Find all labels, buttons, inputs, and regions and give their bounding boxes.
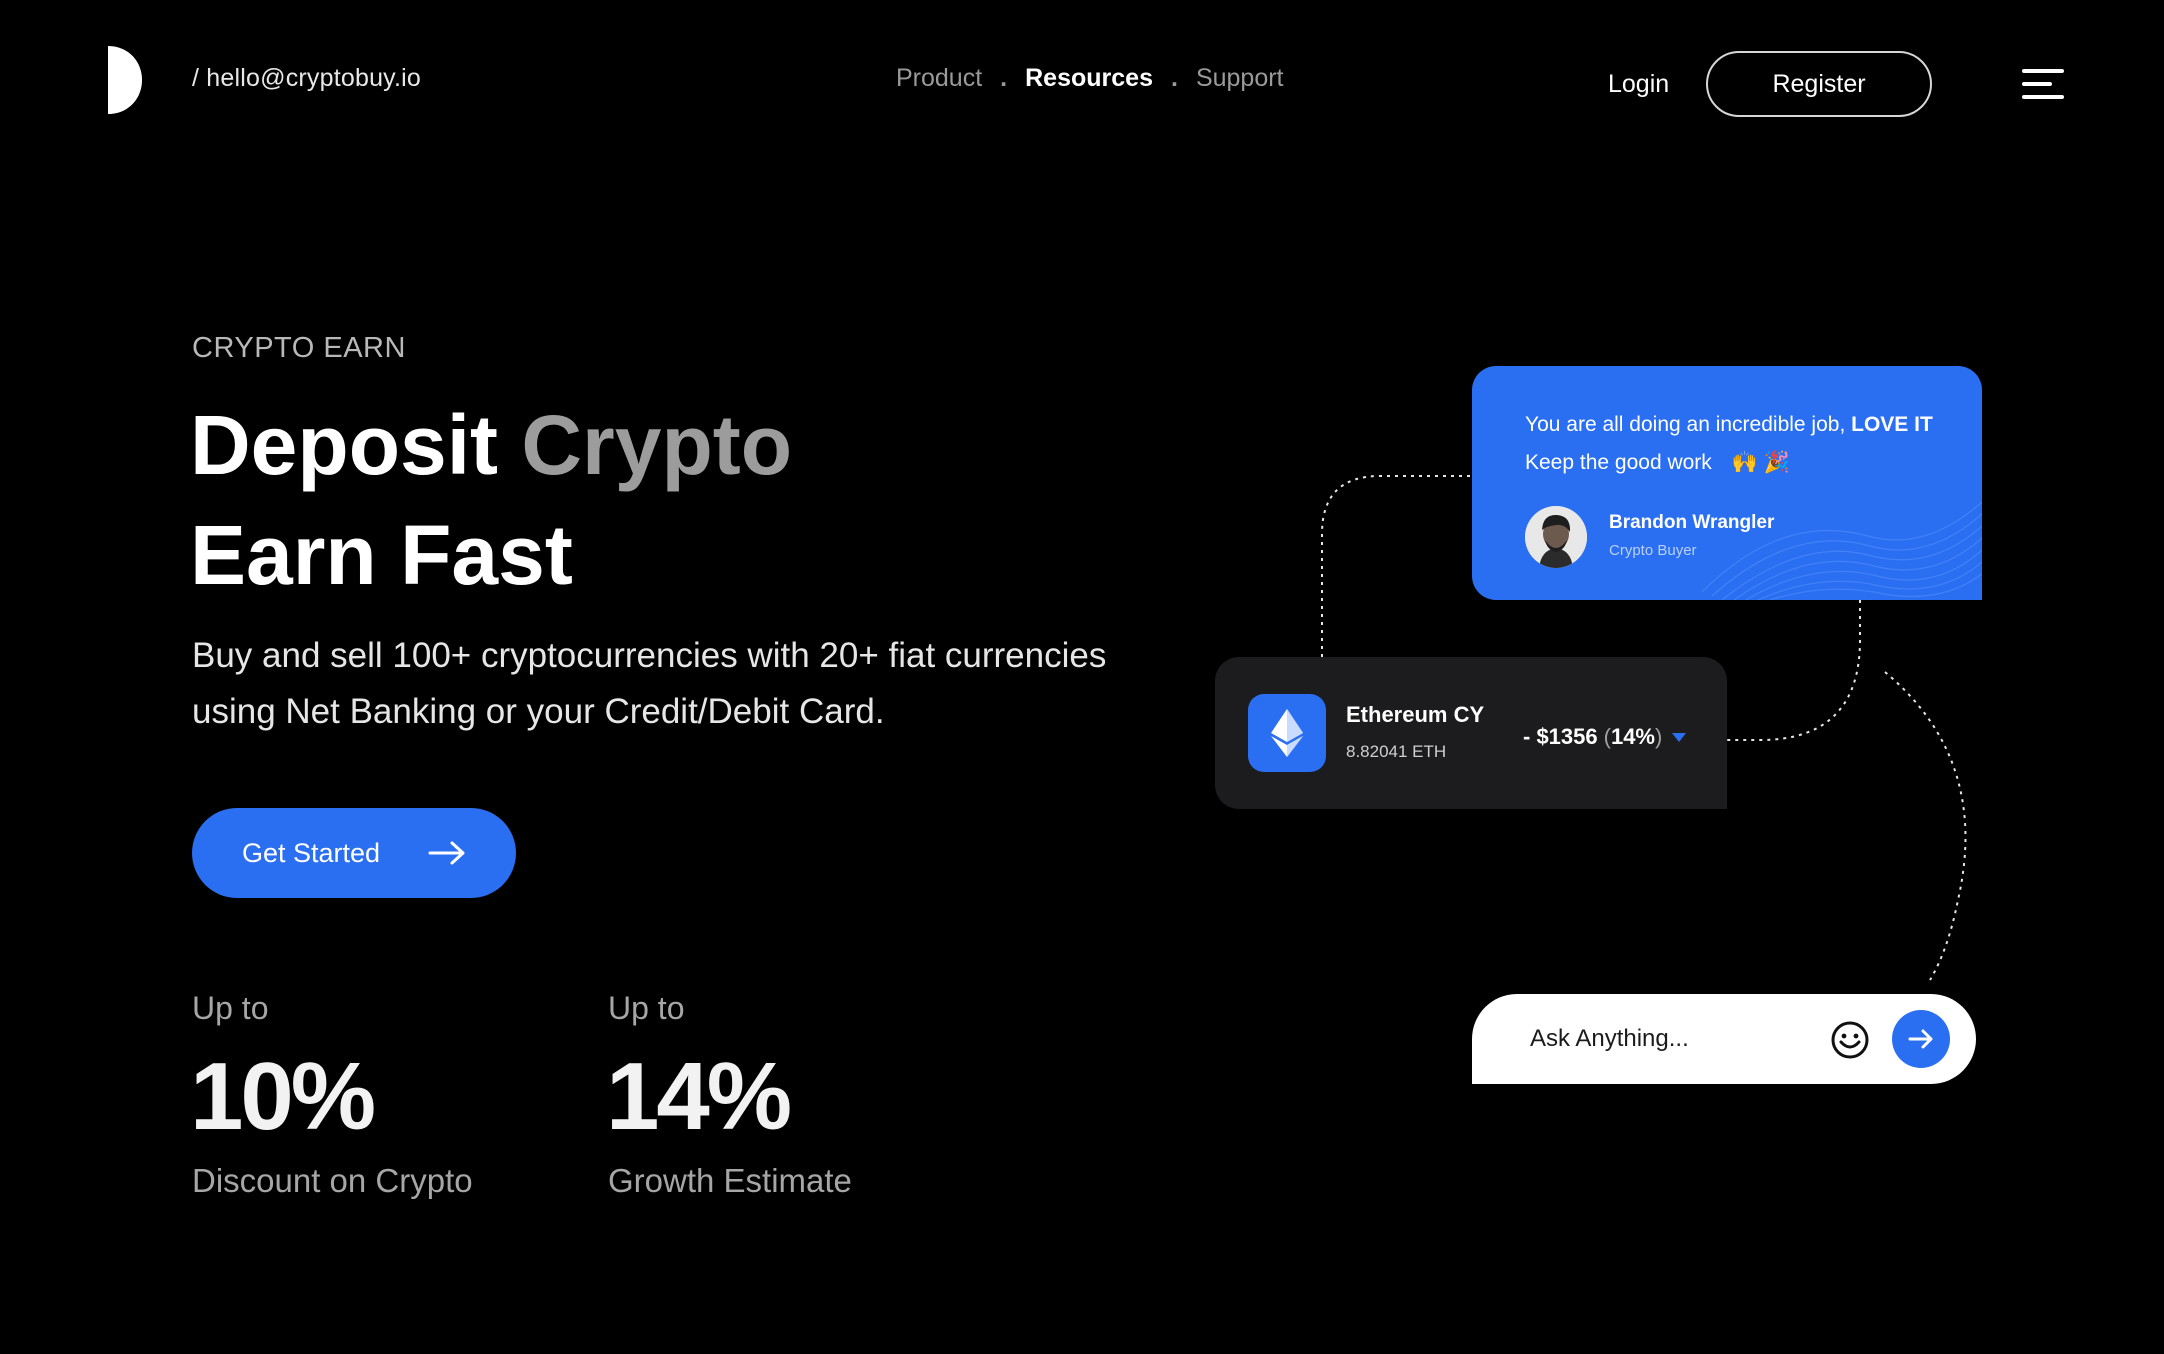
headline-line-2: Earn Fast [190,508,573,602]
main-nav: Product . Resources . Support [896,64,1284,93]
caret-down-icon[interactable] [1672,732,1687,742]
send-arrow-icon [1908,1029,1933,1049]
celebrate-emojis: 🙌 🎉 [1731,451,1790,474]
ethereum-glyph-icon [1271,709,1303,757]
smiley-icon[interactable] [1830,1020,1870,1060]
register-button-label: Register [1772,69,1866,98]
coin-change-open: ( [1603,724,1611,749]
reviewer-role: Crypto Buyer [1609,542,1697,559]
stat-value-discount: 10% [190,1043,376,1150]
reviewer-name: Brandon Wrangler [1609,512,1775,533]
headline-word-deposit: Deposit [190,398,499,492]
nav-separator: . [1170,64,1178,92]
person-avatar-icon [1525,506,1587,568]
nav-item-product[interactable]: Product [896,64,982,93]
register-button[interactable]: Register [1706,51,1932,117]
nav-item-resources[interactable]: Resources [1025,64,1153,93]
headline-word-crypto: Crypto [521,398,793,492]
nav-item-support[interactable]: Support [1196,64,1284,93]
stat-prefix: Up to [192,990,269,1026]
stat-caption-discount: Discount on Crypto [192,1162,473,1199]
testimonial-card: You are all doing an incredible job, LOV… [1472,366,1982,600]
hero-description: Buy and sell 100+ cryptocurrencies with … [192,636,1107,731]
eyebrow-label: CRYPTO EARN [192,332,406,364]
get-started-label: Get Started [242,837,381,868]
login-link[interactable]: Login [1608,70,1669,99]
stat-value-growth: 14% [606,1043,792,1150]
hamburger-menu-icon[interactable] [2022,68,2066,100]
coin-card[interactable]: Ethereum CY 8.82041 ETH - $1356 (14%) [1215,657,1727,809]
coin-price: - $1356 (14%) [1523,724,1687,750]
coin-change-value: 14% [1610,724,1655,749]
coin-amount: 8.82041 ETH [1346,742,1447,761]
page-title: Deposit Crypto Earn Fast [190,390,792,610]
send-button[interactable] [1892,1010,1950,1068]
arrow-right-icon [428,841,465,865]
nav-separator: . [1000,64,1008,92]
testimonial-text-2: Keep the good work [1525,451,1712,474]
ask-input[interactable]: Ask Anything... [1530,1025,1689,1053]
testimonial-message: You are all doing an incredible job, LOV… [1525,406,1933,482]
coin-name: Ethereum CY [1346,702,1485,727]
get-started-button[interactable]: Get Started [192,808,516,898]
coin-change: (14%) [1604,724,1663,750]
testimonial-text: You are all doing an incredible job, [1525,413,1846,436]
coin-price-value: - $1356 [1523,724,1598,749]
logo-icon[interactable] [104,46,142,114]
contact-email[interactable]: / hello@cryptobuy.io [192,64,421,93]
stat-prefix: Up to [608,990,685,1026]
ethereum-icon [1248,694,1326,772]
ask-input-bar[interactable]: Ask Anything... [1472,994,1976,1084]
testimonial-emphasis: LOVE IT [1851,413,1933,436]
avatar[interactable] [1525,506,1587,568]
coin-change-close: ) [1655,724,1663,749]
stat-caption-growth: Growth Estimate [608,1162,852,1199]
